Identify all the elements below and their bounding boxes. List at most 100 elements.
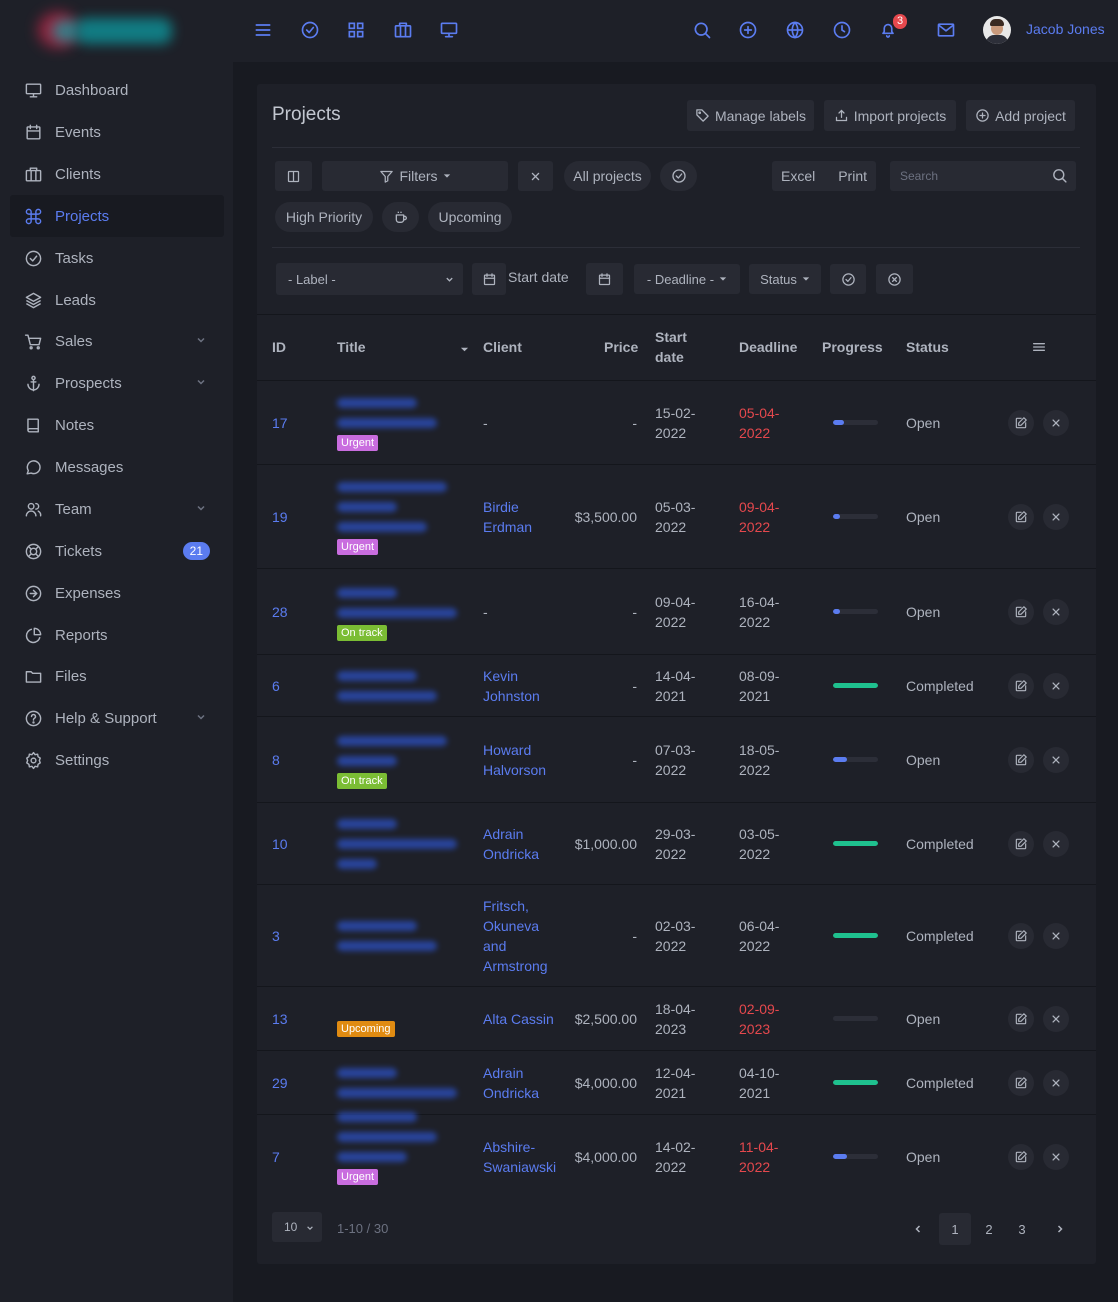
next-page-button[interactable]	[1044, 1213, 1076, 1245]
project-id-link[interactable]: 19	[272, 507, 288, 527]
project-title-link[interactable]	[337, 671, 467, 711]
client-link[interactable]: Abshire-Swaniawski	[483, 1137, 561, 1177]
project-id-link[interactable]: 6	[272, 676, 280, 696]
client-link[interactable]: Adrain Ondricka	[483, 824, 561, 864]
filters-dropdown[interactable]: Filters	[322, 161, 508, 191]
column-header-title[interactable]: Title	[337, 337, 366, 357]
table-row[interactable]: 10 Adrain Ondricka $1,000.00 29-03-2022 03-0…	[257, 802, 1096, 884]
project-title-link[interactable]	[337, 1112, 467, 1172]
edit-icon[interactable]	[1008, 1144, 1034, 1170]
apply-filter-button[interactable]	[830, 264, 866, 294]
table-row[interactable]: 17 Urgent - - 15-02-2022 05-04-2022 Open	[257, 380, 1096, 464]
table-row[interactable]: 19 Urgent Birdie Erdman $3,500.00 05-03-2022…	[257, 464, 1096, 568]
monitor-icon[interactable]	[437, 18, 461, 42]
page-1-button[interactable]: 1	[939, 1213, 971, 1245]
deadline-dropdown[interactable]: - Deadline -	[634, 264, 740, 294]
mail-icon[interactable]	[934, 18, 958, 42]
app-logo[interactable]	[38, 12, 172, 48]
table-row[interactable]: 6 Kevin Johnston - 14-04-2021 08-09-2021 Comp…	[257, 654, 1096, 716]
page-size-select[interactable]: 10	[272, 1212, 322, 1242]
column-menu-icon[interactable]	[1031, 339, 1047, 355]
project-id-link[interactable]: 29	[272, 1073, 288, 1093]
sidebar-item-leads[interactable]: Leads	[10, 279, 224, 321]
column-header-id[interactable]: ID	[272, 337, 286, 357]
project-id-link[interactable]: 8	[272, 750, 280, 770]
reset-filter-button[interactable]	[876, 264, 913, 294]
print-button[interactable]: Print	[838, 168, 867, 184]
project-title-link[interactable]	[337, 921, 467, 961]
sidebar-item-reports[interactable]: Reports	[10, 614, 224, 656]
search-icon[interactable]	[690, 18, 714, 42]
sidebar-item-tickets[interactable]: Tickets 21	[10, 530, 224, 572]
delete-icon[interactable]	[1043, 1006, 1069, 1032]
column-header-progress[interactable]: Progress	[822, 337, 883, 357]
sidebar-item-events[interactable]: Events	[10, 111, 224, 153]
sort-desc-icon[interactable]	[460, 345, 469, 354]
import-projects-button[interactable]: Import projects	[824, 100, 956, 131]
edit-icon[interactable]	[1008, 1006, 1034, 1032]
prev-page-button[interactable]	[902, 1213, 934, 1245]
sidebar-item-messages[interactable]: Messages	[10, 446, 224, 488]
high-priority-filter[interactable]: High Priority	[275, 202, 373, 232]
client-link[interactable]: Fritsch, Okuneva and Armstrong	[483, 896, 561, 976]
sidebar-item-files[interactable]: Files	[10, 655, 224, 697]
clock-icon[interactable]	[830, 18, 854, 42]
clear-filters-button[interactable]	[518, 161, 553, 191]
plus-circle-icon[interactable]	[736, 18, 760, 42]
globe-icon[interactable]	[783, 18, 807, 42]
completed-filter-button[interactable]	[660, 161, 697, 191]
edit-icon[interactable]	[1008, 1070, 1034, 1096]
menu-icon[interactable]	[251, 18, 275, 42]
column-header-deadline[interactable]: Deadline	[739, 337, 797, 357]
columns-toggle-button[interactable]	[275, 161, 312, 191]
project-title-link[interactable]	[337, 736, 467, 776]
column-header-start-date[interactable]: Start date	[655, 327, 695, 367]
add-project-button[interactable]: Add project	[966, 100, 1075, 131]
coffee-filter-button[interactable]	[382, 202, 419, 232]
all-projects-filter[interactable]: All projects	[564, 161, 651, 191]
briefcase-icon[interactable]	[391, 18, 415, 42]
column-header-client[interactable]: Client	[483, 337, 522, 357]
client-link[interactable]: Kevin Johnston	[483, 666, 561, 706]
sidebar-item-prospects[interactable]: Prospects	[10, 362, 224, 404]
status-dropdown[interactable]: Status	[749, 264, 821, 294]
page-3-button[interactable]: 3	[1006, 1213, 1038, 1245]
client-link[interactable]: Birdie Erdman	[483, 497, 561, 537]
delete-icon[interactable]	[1043, 831, 1069, 857]
check-circle-icon[interactable]	[298, 18, 322, 42]
delete-icon[interactable]	[1043, 673, 1069, 699]
sidebar-item-help-support[interactable]: Help & Support	[10, 697, 224, 739]
sidebar-item-projects[interactable]: Projects	[10, 195, 224, 237]
edit-icon[interactable]	[1008, 504, 1034, 530]
edit-icon[interactable]	[1008, 673, 1034, 699]
delete-icon[interactable]	[1043, 747, 1069, 773]
project-title-link[interactable]	[337, 819, 467, 879]
sidebar-item-settings[interactable]: Settings	[10, 739, 224, 781]
column-header-status[interactable]: Status	[906, 337, 949, 357]
delete-icon[interactable]	[1043, 599, 1069, 625]
table-row[interactable]: 8 On track Howard Halvorson - 07-03-2022 18-0…	[257, 716, 1096, 802]
upcoming-filter[interactable]: Upcoming	[428, 202, 512, 232]
table-row[interactable]: 28 On track - - 09-04-2022 16-04-2022 Open	[257, 568, 1096, 654]
delete-icon[interactable]	[1043, 504, 1069, 530]
sidebar-item-clients[interactable]: Clients	[10, 153, 224, 195]
grid-icon[interactable]	[344, 18, 368, 42]
column-header-price[interactable]: Price	[604, 337, 638, 357]
excel-button[interactable]: Excel	[781, 168, 815, 184]
project-title-link[interactable]	[337, 1068, 467, 1108]
sidebar-item-notes[interactable]: Notes	[10, 404, 224, 446]
sidebar-item-sales[interactable]: Sales	[10, 320, 224, 362]
project-title-link[interactable]	[337, 482, 467, 542]
project-id-link[interactable]: 10	[272, 834, 288, 854]
project-id-link[interactable]: 28	[272, 602, 288, 622]
table-row[interactable]: 3 Fritsch, Okuneva and Armstrong - 02-03-20…	[257, 884, 1096, 986]
search-input[interactable]	[900, 169, 1040, 183]
end-date-picker-button[interactable]	[586, 263, 623, 295]
start-date-picker-button[interactable]	[472, 263, 506, 295]
delete-icon[interactable]	[1043, 1144, 1069, 1170]
edit-icon[interactable]	[1008, 923, 1034, 949]
sidebar-item-dashboard[interactable]: Dashboard	[10, 69, 224, 111]
table-row[interactable]: 7 Urgent Abshire-Swaniawski $4,000.00 14-02-…	[257, 1112, 1096, 1198]
edit-icon[interactable]	[1008, 831, 1034, 857]
project-title-link[interactable]	[337, 588, 467, 628]
